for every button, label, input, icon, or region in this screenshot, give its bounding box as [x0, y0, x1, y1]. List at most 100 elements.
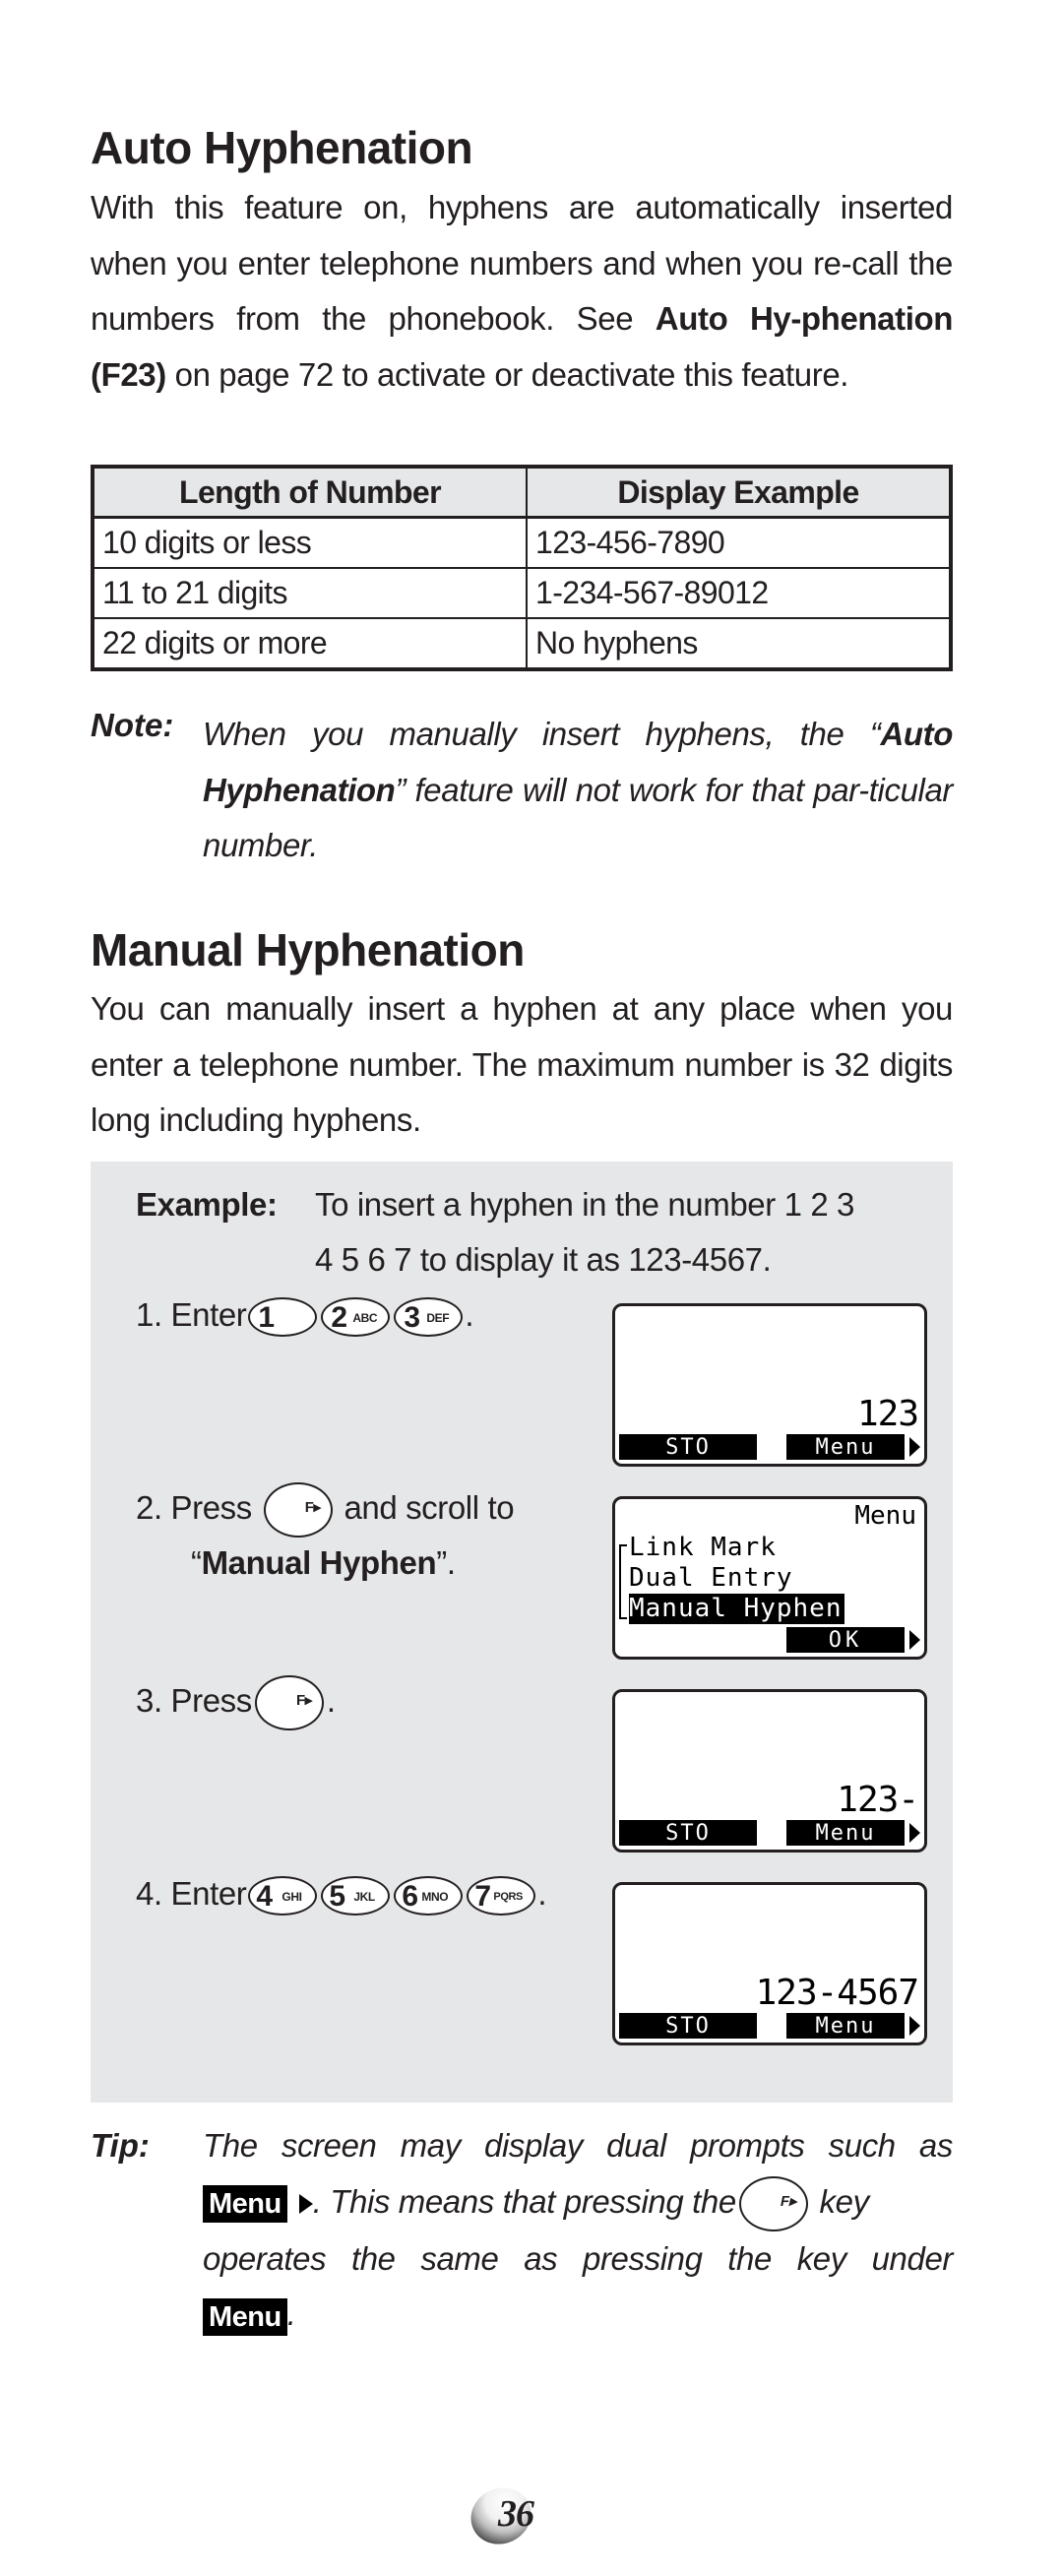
menu-softkey-chip: Menu [203, 2184, 287, 2223]
cell-display: 123-456-7890 [526, 516, 952, 569]
lcd-menu-item: Link Mark [629, 1533, 777, 1562]
table-row: 11 to 21 digits 1-234-567-89012 [92, 567, 952, 619]
key-letters: GHI [281, 1890, 302, 1905]
table-row: 10 digits or less 123-456-7890 [92, 516, 952, 569]
key-digit: 3 [404, 1301, 420, 1335]
quote: ”. [436, 1544, 456, 1581]
lcd-digits: 123-4567 [755, 1973, 919, 2013]
key-letters: ABC [352, 1311, 378, 1326]
tip-body: The screen may display dual prompts such… [203, 2118, 953, 2343]
cell-length: 10 digits or less [92, 516, 528, 569]
lcd-screen-step-1: 123 STO Menu [612, 1303, 927, 1467]
step-number: 3. [136, 1682, 162, 1719]
softkey-menu: Menu [786, 1434, 905, 1460]
key-letters: JKL [353, 1890, 375, 1905]
step-text: . [465, 1296, 474, 1333]
column-header-length: Length of Number [92, 466, 528, 519]
key-digit: 6 [402, 1880, 418, 1914]
page-number-badge: 36 [462, 2478, 540, 2554]
tip-label: Tip: [91, 2127, 150, 2164]
step-2: 2. Press F▸ and scroll to [136, 1480, 598, 1539]
function-key-icon: F▸ [254, 1675, 324, 1731]
key-6-button: 6 MNO [394, 1876, 464, 1916]
table-header-row: Length of Number Display Example [92, 466, 952, 519]
lcd-menu-list: Link Mark Dual Entry Manual Hyphen [629, 1533, 844, 1624]
step-1: 1. Enter 1 2 ABC 3 DEF. [136, 1288, 474, 1343]
cell-length: 22 digits or more [92, 617, 528, 670]
scroll-bracket-icon [619, 1544, 627, 1619]
key-letters: PQRS [493, 1891, 523, 1904]
key-letters: DEF [426, 1311, 450, 1326]
function-key-glyph: F▸ [295, 1692, 312, 1710]
step-2-line-2: “Manual Hyphen”. [191, 1536, 456, 1591]
key-letters: MNO [421, 1890, 449, 1905]
right-arrow-icon [909, 2016, 920, 2036]
softkey-sto: STO [619, 2013, 757, 2039]
cell-display: No hyphens [526, 617, 952, 670]
auto-hyphenation-heading: Auto Hyphenation [91, 122, 473, 173]
example-line-1: To insert a hyphen in the number 1 2 3 [315, 1186, 854, 1223]
key-digit: 4 [256, 1880, 273, 1914]
function-key-glyph: F▸ [780, 2192, 796, 2210]
cell-length: 11 to 21 digits [92, 567, 528, 619]
lcd-screen-step-3: 123- STO Menu [612, 1689, 927, 1853]
lcd-screen-step-4: 123-4567 STO Menu [612, 1882, 927, 2045]
menu-item-reference: Manual Hyphen [201, 1544, 437, 1581]
note-label: Note: [91, 707, 174, 743]
example-line-2: 4 5 6 7 to display it as 123-4567. [315, 1241, 772, 1278]
lcd-digits: 123 [856, 1394, 919, 1434]
step-text: Press [170, 1489, 253, 1526]
key-3-button: 3 DEF [394, 1297, 464, 1338]
key-2-button: 2 ABC [321, 1297, 391, 1338]
tip-text: key [810, 2182, 870, 2220]
step-text: Press [170, 1682, 253, 1719]
step-3: 3. Press F▸. [136, 1673, 336, 1731]
page-number: 36 [498, 2493, 534, 2535]
lcd-menu-item-selected: Manual Hyphen [629, 1594, 844, 1624]
step-number: 2. [136, 1489, 162, 1526]
tip-line-2: Menu . This means that pressing the F▸ key [203, 2174, 953, 2231]
tip-line-1: The screen may display dual prompts such… [203, 2127, 953, 2164]
key-digit: 5 [329, 1880, 345, 1914]
step-text: Enter [170, 1296, 247, 1333]
key-digit: 1 [258, 1301, 275, 1335]
right-arrow-icon [909, 1437, 920, 1457]
lcd-digits: 123- [837, 1780, 919, 1820]
step-text: and scroll to [344, 1489, 515, 1526]
function-key-icon: F▸ [738, 2175, 808, 2231]
softkey-menu: Menu [786, 2013, 905, 2039]
right-arrow-icon [298, 2193, 313, 2214]
key-7-button: 7 PQRS [467, 1876, 536, 1916]
function-key-glyph: F▸ [304, 1499, 321, 1517]
tip-text: . [286, 2295, 296, 2333]
key-4-button: 4 GHI [248, 1876, 318, 1916]
right-arrow-icon [909, 1630, 920, 1650]
cell-display: 1-234-567-89012 [526, 567, 952, 619]
lcd-menu-item: Dual Entry [629, 1563, 793, 1593]
key-5-button: 5 JKL [321, 1876, 391, 1916]
lcd-menu-title: Menu [854, 1501, 916, 1531]
manual-hyphenation-paragraph: You can manually insert a hyphen at any … [91, 990, 953, 1138]
step-text: Enter [170, 1875, 247, 1912]
key-1-button: 1 [248, 1297, 318, 1338]
softkey-sto: STO [619, 1434, 757, 1460]
softkey-menu: Menu [786, 1820, 905, 1846]
key-digit: 7 [474, 1880, 491, 1914]
tip-line-3: operates the same as pressing the key un… [203, 2239, 953, 2277]
right-arrow-icon [909, 1823, 920, 1843]
step-number: 4. [136, 1875, 162, 1912]
quote: “ [191, 1544, 202, 1581]
example-label: Example: [136, 1186, 278, 1223]
auto-hyphenation-paragraph: With this feature on, hyphens are automa… [91, 180, 953, 403]
function-key-icon: F▸ [263, 1482, 333, 1539]
para-text: on page 72 to activate or deactivate thi… [165, 355, 849, 393]
key-digit: 2 [331, 1301, 347, 1335]
softkey-sto: STO [619, 1820, 757, 1846]
table-row: 22 digits or more No hyphens [92, 617, 952, 670]
hyphenation-table: Length of Number Display Example 10 digi… [91, 465, 953, 671]
menu-softkey-chip: Menu [203, 2297, 287, 2336]
note-body: When you manually insert hyphens, the “A… [203, 707, 953, 874]
softkey-ok: OK [786, 1627, 905, 1653]
step-4: 4. Enter 4 GHI 5 JKL 6 MNO 7 PQRS. [136, 1866, 547, 1921]
step-text: . [326, 1682, 336, 1719]
